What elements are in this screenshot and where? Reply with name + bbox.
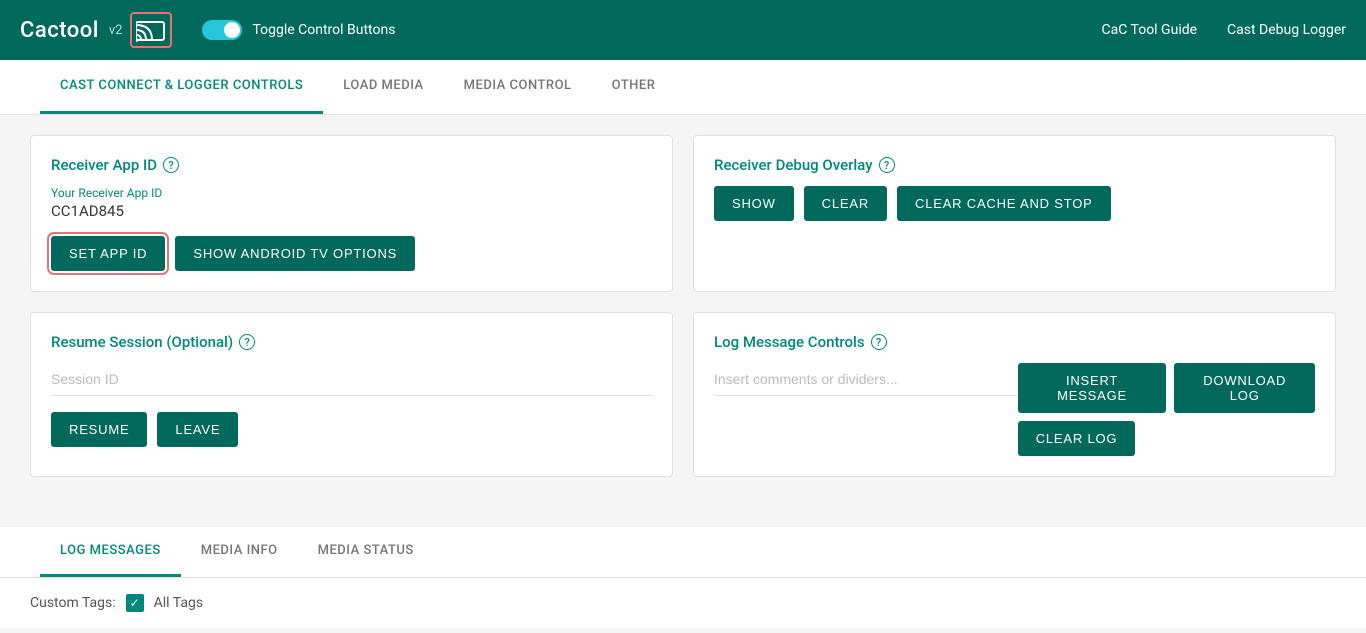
tab-cast-connect[interactable]: CAST CONNECT & LOGGER CONTROLS — [40, 60, 323, 114]
clear-cache-and-stop-button[interactable]: CLEAR CACHE AND STOP — [897, 186, 1111, 221]
resume-session-help-icon[interactable]: ? — [239, 334, 255, 350]
cast-icon-wrapper[interactable] — [130, 12, 172, 48]
resume-session-card: Resume Session (Optional) ? RESUME LEAVE — [30, 312, 673, 477]
log-message-controls-card: Log Message Controls ? INSERT MESSAGE DO… — [693, 312, 1336, 477]
receiver-app-id-title: Receiver App ID ? — [51, 156, 652, 174]
cast-debug-logger-link[interactable]: Cast Debug Logger — [1227, 22, 1346, 38]
debug-overlay-btns: SHOW CLEAR CLEAR CACHE AND STOP — [714, 186, 1315, 221]
main-content: Receiver App ID ? Your Receiver App ID C… — [0, 115, 1366, 517]
all-tags-checkbox[interactable] — [126, 594, 144, 612]
receiver-debug-overlay-card: Receiver Debug Overlay ? SHOW CLEAR CLEA… — [693, 135, 1336, 292]
log-controls-row: INSERT MESSAGE DOWNLOAD LOG CLEAR LOG — [714, 363, 1315, 456]
bottom-cards-row: Resume Session (Optional) ? RESUME LEAVE… — [30, 312, 1336, 477]
show-debug-overlay-button[interactable]: SHOW — [714, 186, 794, 221]
log-message-controls-help-icon[interactable]: ? — [871, 334, 887, 350]
toggle-control-buttons[interactable] — [202, 20, 242, 40]
app-id-btn-row: SET APP ID SHOW ANDROID TV OPTIONS — [51, 236, 652, 271]
app-id-value: CC1AD845 — [51, 202, 652, 220]
receiver-debug-overlay-help-icon[interactable]: ? — [879, 157, 895, 173]
logo-area: Cactool v2 — [20, 12, 172, 48]
log-buttons: INSERT MESSAGE DOWNLOAD LOG CLEAR LOG — [1018, 363, 1315, 456]
session-btn-row: RESUME LEAVE — [51, 412, 652, 447]
toggle-section: Toggle Control Buttons — [202, 20, 395, 40]
all-tags-label: All Tags — [154, 595, 203, 611]
app-id-sub-label: Your Receiver App ID — [51, 186, 652, 200]
app-header: Cactool v2 Toggle Control Buttons CaC To… — [0, 0, 1366, 60]
custom-tags-section: Custom Tags: All Tags — [0, 578, 1366, 628]
tab-log-messages[interactable]: LOG MESSAGES — [40, 527, 181, 577]
insert-message-button[interactable]: INSERT MESSAGE — [1018, 363, 1167, 413]
log-buttons-top: INSERT MESSAGE DOWNLOAD LOG — [1018, 363, 1315, 413]
cast-icon — [136, 18, 166, 42]
tab-load-media[interactable]: LOAD MEDIA — [323, 60, 443, 114]
leave-button[interactable]: LEAVE — [157, 412, 238, 447]
show-android-tv-options-button[interactable]: SHOW ANDROID TV OPTIONS — [175, 236, 415, 271]
app-version: v2 — [109, 23, 123, 38]
receiver-debug-overlay-title: Receiver Debug Overlay ? — [714, 156, 1315, 174]
log-comment-input[interactable] — [714, 363, 1018, 396]
custom-tags-label: Custom Tags: — [30, 595, 116, 611]
tab-media-status[interactable]: MEDIA STATUS — [298, 527, 434, 577]
receiver-app-id-card: Receiver App ID ? Your Receiver App ID C… — [30, 135, 673, 292]
set-app-id-button[interactable]: SET APP ID — [51, 236, 165, 271]
top-cards-row: Receiver App ID ? Your Receiver App ID C… — [30, 135, 1336, 292]
tab-other[interactable]: OTHER — [592, 60, 676, 114]
tab-media-info[interactable]: MEDIA INFO — [181, 527, 298, 577]
header-nav: CaC Tool Guide Cast Debug Logger — [1102, 22, 1347, 38]
toggle-label: Toggle Control Buttons — [252, 22, 395, 38]
resume-button[interactable]: RESUME — [51, 412, 147, 447]
session-id-input[interactable] — [51, 363, 652, 396]
download-log-button[interactable]: DOWNLOAD LOG — [1174, 363, 1315, 413]
tab-media-control[interactable]: MEDIA CONTROL — [444, 60, 592, 114]
clear-debug-overlay-button[interactable]: CLEAR — [804, 186, 887, 221]
app-name: Cactool — [20, 18, 99, 43]
bottom-tabs-bar: LOG MESSAGES MEDIA INFO MEDIA STATUS — [0, 527, 1366, 578]
cac-tool-guide-link[interactable]: CaC Tool Guide — [1102, 22, 1198, 38]
clear-log-button[interactable]: CLEAR LOG — [1018, 421, 1136, 456]
top-tabs-bar: CAST CONNECT & LOGGER CONTROLS LOAD MEDI… — [0, 60, 1366, 115]
receiver-app-id-help-icon[interactable]: ? — [163, 157, 179, 173]
resume-session-title: Resume Session (Optional) ? — [51, 333, 652, 351]
log-message-controls-title: Log Message Controls ? — [714, 333, 1315, 351]
